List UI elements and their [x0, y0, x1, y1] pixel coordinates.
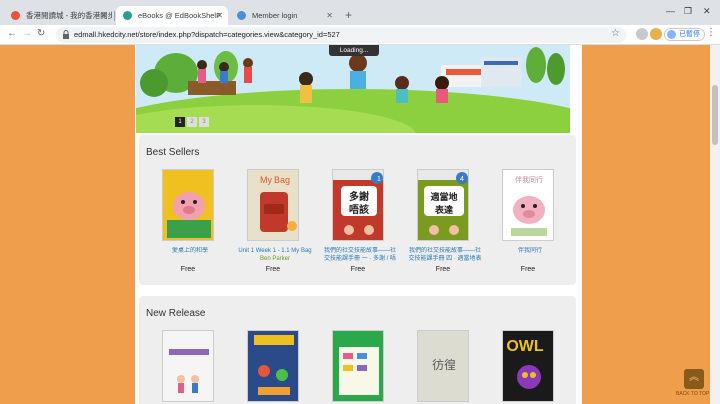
book-cover[interactable]: 彷徨: [417, 330, 469, 402]
tab-label: eBooks @ EdBookShelF: [138, 11, 221, 20]
svg-text:唔該: 唔該: [349, 203, 369, 216]
pig-illustration: [167, 192, 211, 238]
book-title[interactable]: 我們的社交技能故事——社交技能課手冊 一 · 多謝 / 唔該: [322, 247, 398, 263]
address-bar[interactable]: edmall.hkedcity.net/store/index.php?disp…: [56, 27, 626, 43]
carousel-dot[interactable]: 2: [187, 117, 197, 127]
book-price: Free: [350, 266, 366, 273]
svg-text:適當地: 適當地: [430, 191, 457, 203]
book-cover[interactable]: 1 多謝 唔該: [332, 169, 384, 241]
close-icon[interactable]: ✕: [326, 6, 333, 25]
tab-ebooks[interactable]: eBooks @ EdBookShelF ✕: [116, 6, 228, 25]
tab-label: Member login: [252, 11, 298, 20]
section-title: Best Sellers: [146, 147, 200, 158]
site-favicon-icon: [11, 11, 20, 20]
svg-text:OWL: OWL: [506, 338, 544, 355]
svg-text:My: My: [260, 175, 272, 185]
browser-toolbar: ← → ↻ edmall.hkedcity.net/store/index.ph…: [0, 25, 720, 45]
reload-icon[interactable]: ↻: [37, 28, 45, 39]
svg-text:伴我同行: 伴我同行: [515, 175, 543, 184]
double-chevron-up-icon: ︽: [689, 372, 699, 383]
tab-member-login[interactable]: Member login ✕: [230, 6, 338, 25]
cover-art: 彷徨: [432, 357, 456, 372]
cover-art: 4 適當地 表達: [418, 170, 468, 235]
book-title[interactable]: 愛桌上的和學: [152, 247, 228, 263]
bag-illustration: My Bag: [260, 175, 297, 232]
book-cover[interactable]: [162, 169, 214, 241]
book-cover[interactable]: OWL: [502, 330, 554, 402]
svg-text:彷徨: 彷徨: [432, 357, 456, 372]
tab-strip: 香港閱讀城 - 我的香港閱步書 ✕ eBooks @ EdBookShelF ✕…: [0, 0, 720, 25]
new-tab-icon[interactable]: +: [345, 8, 352, 22]
page-scrollbar[interactable]: [710, 45, 720, 404]
book-cover[interactable]: [162, 330, 214, 402]
book-price: Free: [265, 266, 281, 273]
svg-text:Bag: Bag: [274, 175, 290, 185]
back-to-top-button[interactable]: ︽: [684, 369, 704, 389]
svg-text:1: 1: [377, 176, 381, 183]
minimize-icon[interactable]: —: [666, 6, 675, 16]
svg-text:4: 4: [460, 176, 464, 183]
back-to-top-label[interactable]: BACK TO TOP: [676, 391, 709, 397]
book-price: Free: [180, 266, 196, 273]
tab-label: 香港閱讀城 - 我的香港閱步書: [26, 11, 112, 20]
book-cover[interactable]: 伴我同行: [502, 169, 554, 241]
close-icon[interactable]: ✕: [100, 6, 107, 25]
carousel-dot[interactable]: 1: [175, 117, 185, 127]
site-favicon-icon: [123, 11, 132, 20]
close-icon[interactable]: ✕: [216, 6, 223, 25]
svg-text:表達: 表達: [434, 204, 453, 216]
book-price: Free: [435, 266, 451, 273]
tab-hkreadingcity[interactable]: 香港閱讀城 - 我的香港閱步書 ✕: [4, 6, 112, 25]
profile-label: 已暫停: [679, 31, 700, 38]
extension-icon[interactable]: [636, 28, 648, 40]
lock-icon: [63, 30, 69, 39]
url-text: edmall.hkedcity.net/store/index.php?disp…: [74, 30, 340, 39]
cover-art: 伴我同行: [511, 175, 547, 236]
loading-indicator: Loading...: [329, 45, 379, 56]
book-title[interactable]: 我們的社交技能故事——社交技能課手冊 四 · 適當地表達: [407, 247, 483, 263]
maximize-icon[interactable]: ❐: [684, 6, 692, 17]
bookmark-star-icon[interactable]: ☆: [611, 28, 620, 39]
carousel-dot[interactable]: 3: [199, 117, 209, 127]
new-release-section: New Release 彷徨 OWL: [139, 296, 576, 404]
book-cover[interactable]: My Bag: [247, 169, 299, 241]
profile-button[interactable]: 已暫停: [664, 28, 705, 41]
cover-art: [254, 335, 294, 395]
cover-art: OWL: [506, 338, 544, 389]
avatar: [667, 30, 676, 39]
tab-divider: [114, 11, 115, 21]
best-sellers-section: Best Sellers 愛桌上的和學 Free My Bag Unit 1 W…: [139, 135, 576, 285]
section-title: New Release: [146, 308, 206, 319]
back-arrow-icon[interactable]: ←: [7, 28, 17, 39]
page-viewport: Loading... 1 2 3 Best Sellers 愛桌上的和學 Fre…: [0, 45, 720, 404]
menu-dots-icon[interactable]: ⋮: [706, 27, 716, 38]
svg-text:多謝: 多謝: [349, 190, 369, 203]
window-close-icon[interactable]: ✕: [703, 6, 711, 17]
cover-art: [339, 347, 379, 395]
book-cover[interactable]: 4 適當地 表達: [417, 169, 469, 241]
extension-icon[interactable]: [650, 28, 662, 40]
book-title[interactable]: 伴我同行: [492, 247, 568, 263]
book-author[interactable]: Ben Parker: [237, 256, 313, 262]
book-cover[interactable]: [332, 330, 384, 402]
scrollbar-thumb[interactable]: [712, 85, 718, 145]
cover-art: [169, 349, 209, 393]
cover-art: 1 多謝 唔該: [333, 170, 383, 235]
book-price: Free: [520, 266, 536, 273]
book-cover[interactable]: [247, 330, 299, 402]
forward-arrow-icon[interactable]: →: [22, 28, 32, 39]
site-favicon-icon: [237, 11, 246, 20]
